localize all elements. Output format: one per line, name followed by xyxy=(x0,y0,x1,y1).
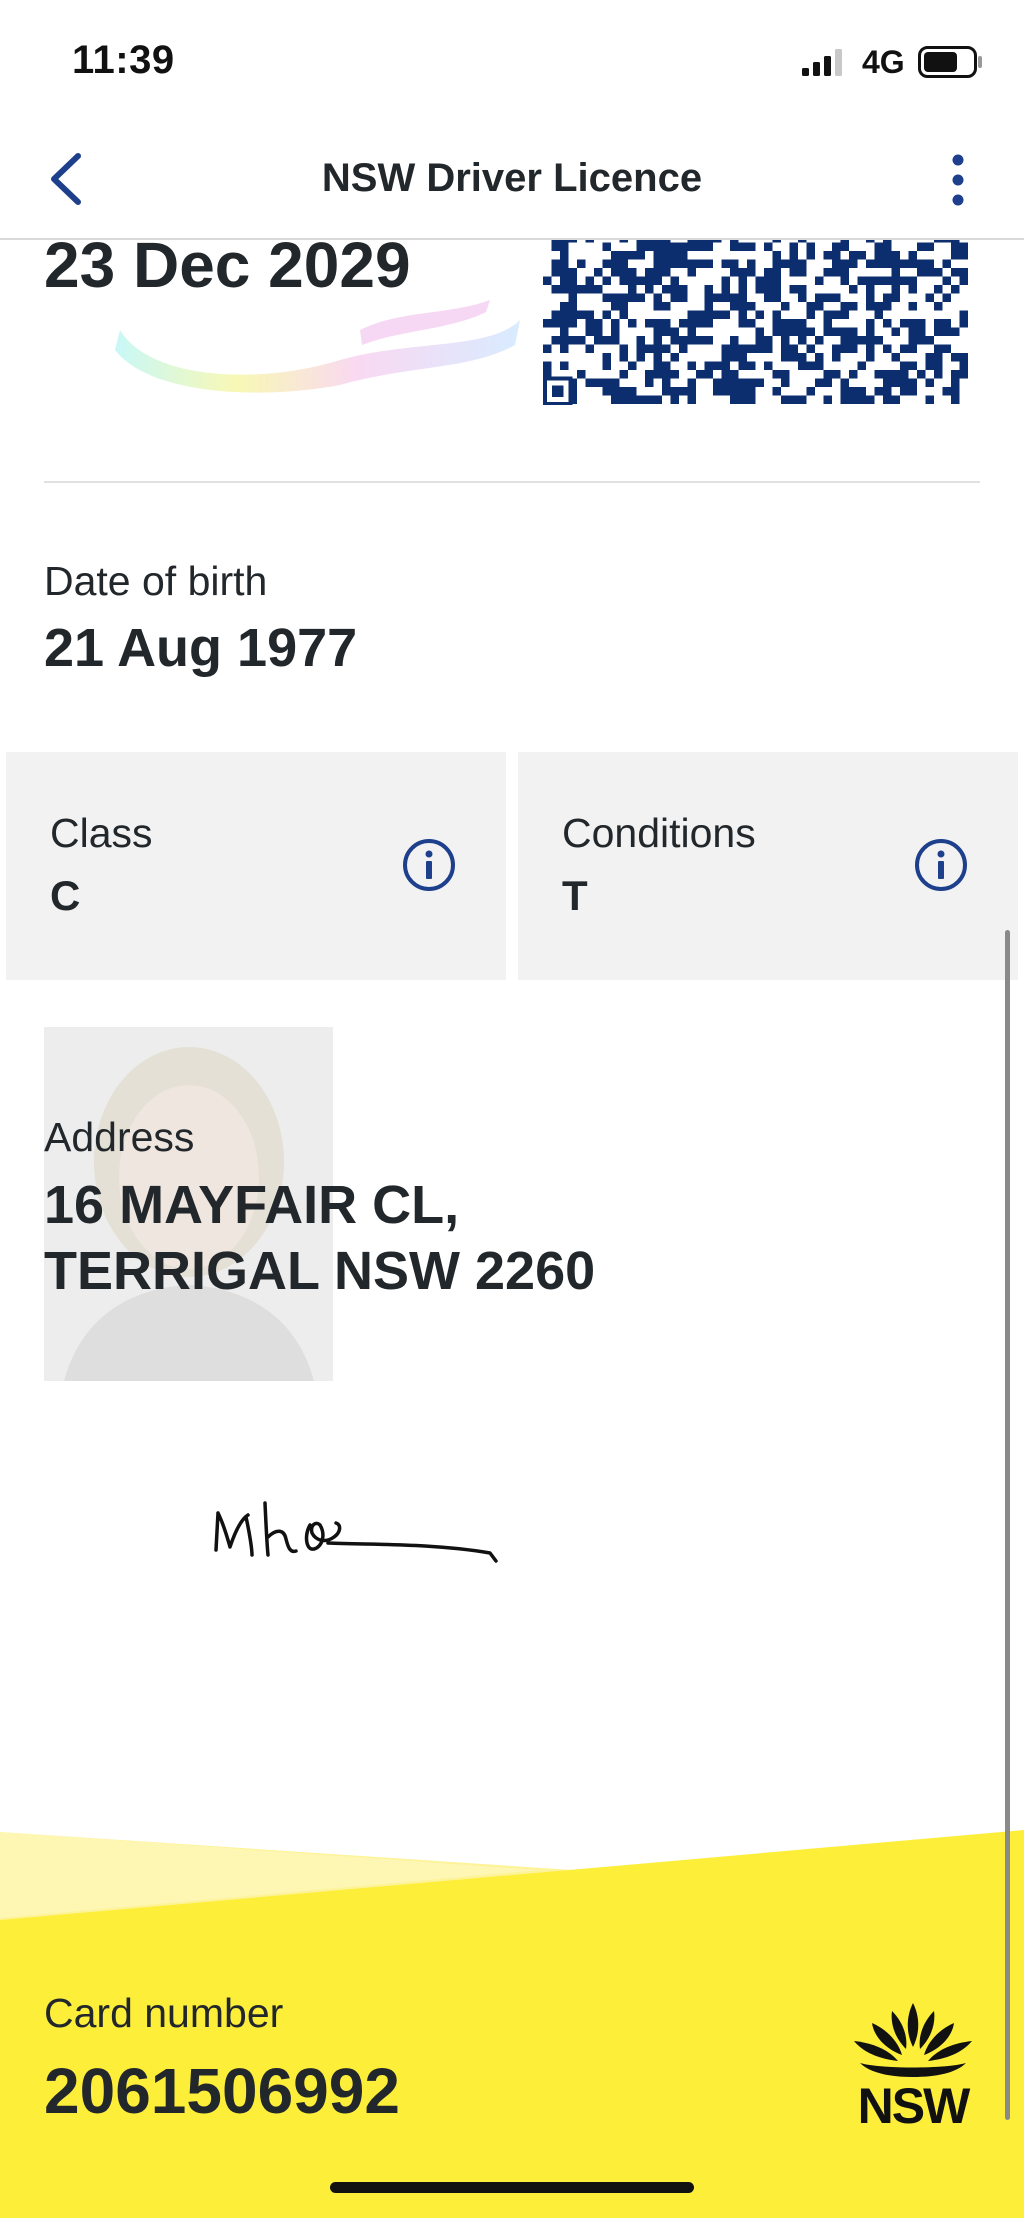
nsw-logo-text: NSW xyxy=(858,2078,971,2130)
signal-icon xyxy=(802,49,842,76)
info-icon[interactable] xyxy=(402,838,456,892)
battery-icon xyxy=(918,46,982,78)
class-label: Class xyxy=(50,810,153,856)
address-line-1: 16 MAYFAIR CL, xyxy=(44,1175,460,1235)
network-label: 4G xyxy=(862,44,905,80)
conditions-value: T xyxy=(562,872,588,919)
more-vertical-icon[interactable] xyxy=(938,150,978,210)
status-time: 11:39 xyxy=(72,38,175,82)
divider xyxy=(44,481,980,483)
conditions-card: Conditions T xyxy=(518,752,1018,980)
signature xyxy=(214,1501,498,1563)
conditions-label: Conditions xyxy=(562,810,756,856)
card-number-value: 2061506992 xyxy=(44,2055,400,2127)
class-value: C xyxy=(50,872,81,919)
card-number-label: Card number xyxy=(44,1990,284,2036)
home-indicator[interactable] xyxy=(330,2182,694,2193)
dob-label: Date of birth xyxy=(44,558,268,604)
info-icon[interactable] xyxy=(914,838,968,892)
dob-value: 21 Aug 1977 xyxy=(44,618,358,678)
scrollbar[interactable] xyxy=(1005,930,1010,2120)
nav-bar: NSW Driver Licence xyxy=(0,120,1024,240)
class-card: Class C xyxy=(6,752,506,980)
address-line-2: TERRIGAL NSW 2260 xyxy=(44,1241,596,1301)
status-bar: 11:39 4G xyxy=(0,0,1024,120)
address-label: Address xyxy=(44,1114,195,1160)
licence-content: 23 Dec 2029 Date of birth 21 Aug 1977 Cl… xyxy=(0,0,1024,2218)
page-title: NSW Driver Licence xyxy=(321,156,703,200)
nsw-logo: NSW xyxy=(854,2003,973,2130)
hologram-decoration xyxy=(115,300,520,393)
